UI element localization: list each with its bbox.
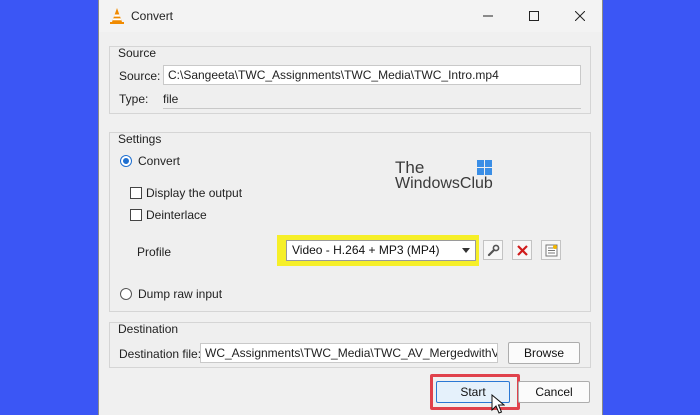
delete-profile-button[interactable] (512, 240, 532, 260)
profile-select-value: Video - H.264 + MP3 (MP4) (292, 243, 440, 257)
minimize-button[interactable] (465, 0, 511, 32)
convert-dialog: Convert Source Source: C:\Sangeeta\TWC_A… (98, 0, 603, 415)
watermark-line2: WindowsClub (395, 175, 493, 192)
destination-group-title: Destination (118, 322, 179, 336)
source-label: Source: (119, 69, 161, 83)
convert-radio[interactable] (120, 155, 132, 167)
new-profile-icon (545, 244, 557, 256)
deinterlace-checkbox[interactable] (130, 209, 142, 221)
wrench-icon (487, 244, 499, 256)
vlc-cone-icon (110, 8, 124, 24)
type-label: Type: (119, 92, 149, 106)
profile-select[interactable]: Video - H.264 + MP3 (MP4) (286, 240, 476, 261)
source-path-field[interactable]: C:\Sangeeta\TWC_Assignments\TWC_Media\TW… (163, 65, 581, 85)
destination-file-field[interactable]: WC_Assignments\TWC_Media\TWC_AV_Mergedwi… (200, 343, 498, 363)
mouse-pointer-icon (491, 394, 505, 414)
maximize-button[interactable] (511, 0, 557, 32)
new-profile-button[interactable] (541, 240, 561, 260)
dump-raw-radio[interactable] (120, 288, 132, 300)
window-title: Convert (131, 9, 174, 23)
minimize-icon (483, 15, 493, 17)
close-button[interactable] (557, 0, 603, 32)
windows-logo-icon (477, 160, 492, 175)
thewindowsclub-watermark: The WindowsClub (395, 158, 505, 194)
dropdown-arrow-icon (462, 248, 470, 253)
type-underline (163, 108, 581, 109)
title-bar: Convert (99, 0, 602, 32)
cancel-button[interactable]: Cancel (518, 381, 590, 403)
close-icon (575, 11, 585, 21)
profile-label: Profile (137, 245, 172, 259)
type-value: file (163, 92, 179, 106)
dump-raw-label: Dump raw input (138, 287, 223, 301)
settings-group: Settings (109, 132, 591, 312)
display-output-label: Display the output (146, 186, 243, 200)
convert-label: Convert (138, 154, 181, 168)
edit-profile-button[interactable] (483, 240, 503, 260)
maximize-icon (529, 11, 539, 21)
deinterlace-label: Deinterlace (146, 208, 207, 222)
settings-group-title: Settings (118, 132, 162, 146)
destination-file-label: Destination file: (119, 347, 202, 361)
display-output-checkbox[interactable] (130, 187, 142, 199)
delete-icon (516, 244, 528, 256)
browse-button[interactable]: Browse (508, 342, 580, 364)
source-group-title: Source (118, 46, 157, 60)
